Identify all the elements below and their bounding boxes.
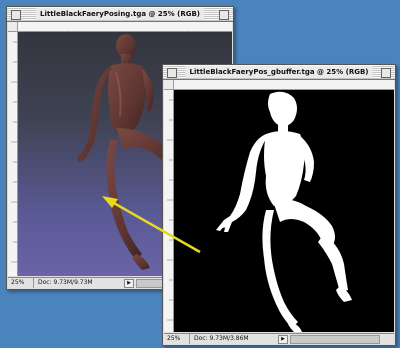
scroll-arrow-icon[interactable]: ▶ [124, 279, 134, 288]
vertical-ruler [8, 32, 18, 276]
faery-silhouette [216, 91, 352, 332]
render-window-title: LittleBlackFaeryPosing.tga @ 25% (RGB) [36, 8, 204, 20]
vertical-ruler [164, 90, 174, 332]
gbuffer-window-titlebar[interactable]: LittleBlackFaeryPos_gbuffer.tga @ 25% (R… [163, 65, 395, 80]
gbuffer-window[interactable]: LittleBlackFaeryPos_gbuffer.tga @ 25% (R… [162, 64, 396, 346]
ruler-origin[interactable] [164, 80, 174, 90]
gbuffer-canvas[interactable] [174, 90, 394, 332]
zoom-level[interactable]: 25% [8, 278, 34, 288]
zoom-box-icon[interactable] [219, 10, 229, 20]
ruler-origin[interactable] [8, 22, 18, 32]
render-window-titlebar[interactable]: LittleBlackFaeryPosing.tga @ 25% (RGB) [7, 7, 233, 22]
scroll-arrow-icon[interactable]: ▶ [278, 335, 288, 344]
horizontal-ruler [174, 80, 394, 95]
zoom-level[interactable]: 25% [164, 334, 190, 344]
ruler-ticks-vertical [11, 41, 17, 263]
horizontal-ruler [18, 22, 232, 37]
status-bar: 25% Doc: 9.73M/3.86M ▶ [164, 333, 394, 344]
close-box-icon[interactable] [167, 68, 177, 78]
doc-size: Doc: 9.73M/9.73M [38, 279, 93, 286]
ruler-ticks-vertical [167, 99, 173, 321]
close-box-icon[interactable] [11, 10, 21, 20]
gbuffer-window-title: LittleBlackFaeryPos_gbuffer.tga @ 25% (R… [185, 66, 373, 78]
horizontal-scrollbar[interactable] [290, 335, 380, 344]
doc-size: Doc: 9.73M/3.86M [194, 335, 249, 342]
zoom-box-icon[interactable] [381, 68, 391, 78]
